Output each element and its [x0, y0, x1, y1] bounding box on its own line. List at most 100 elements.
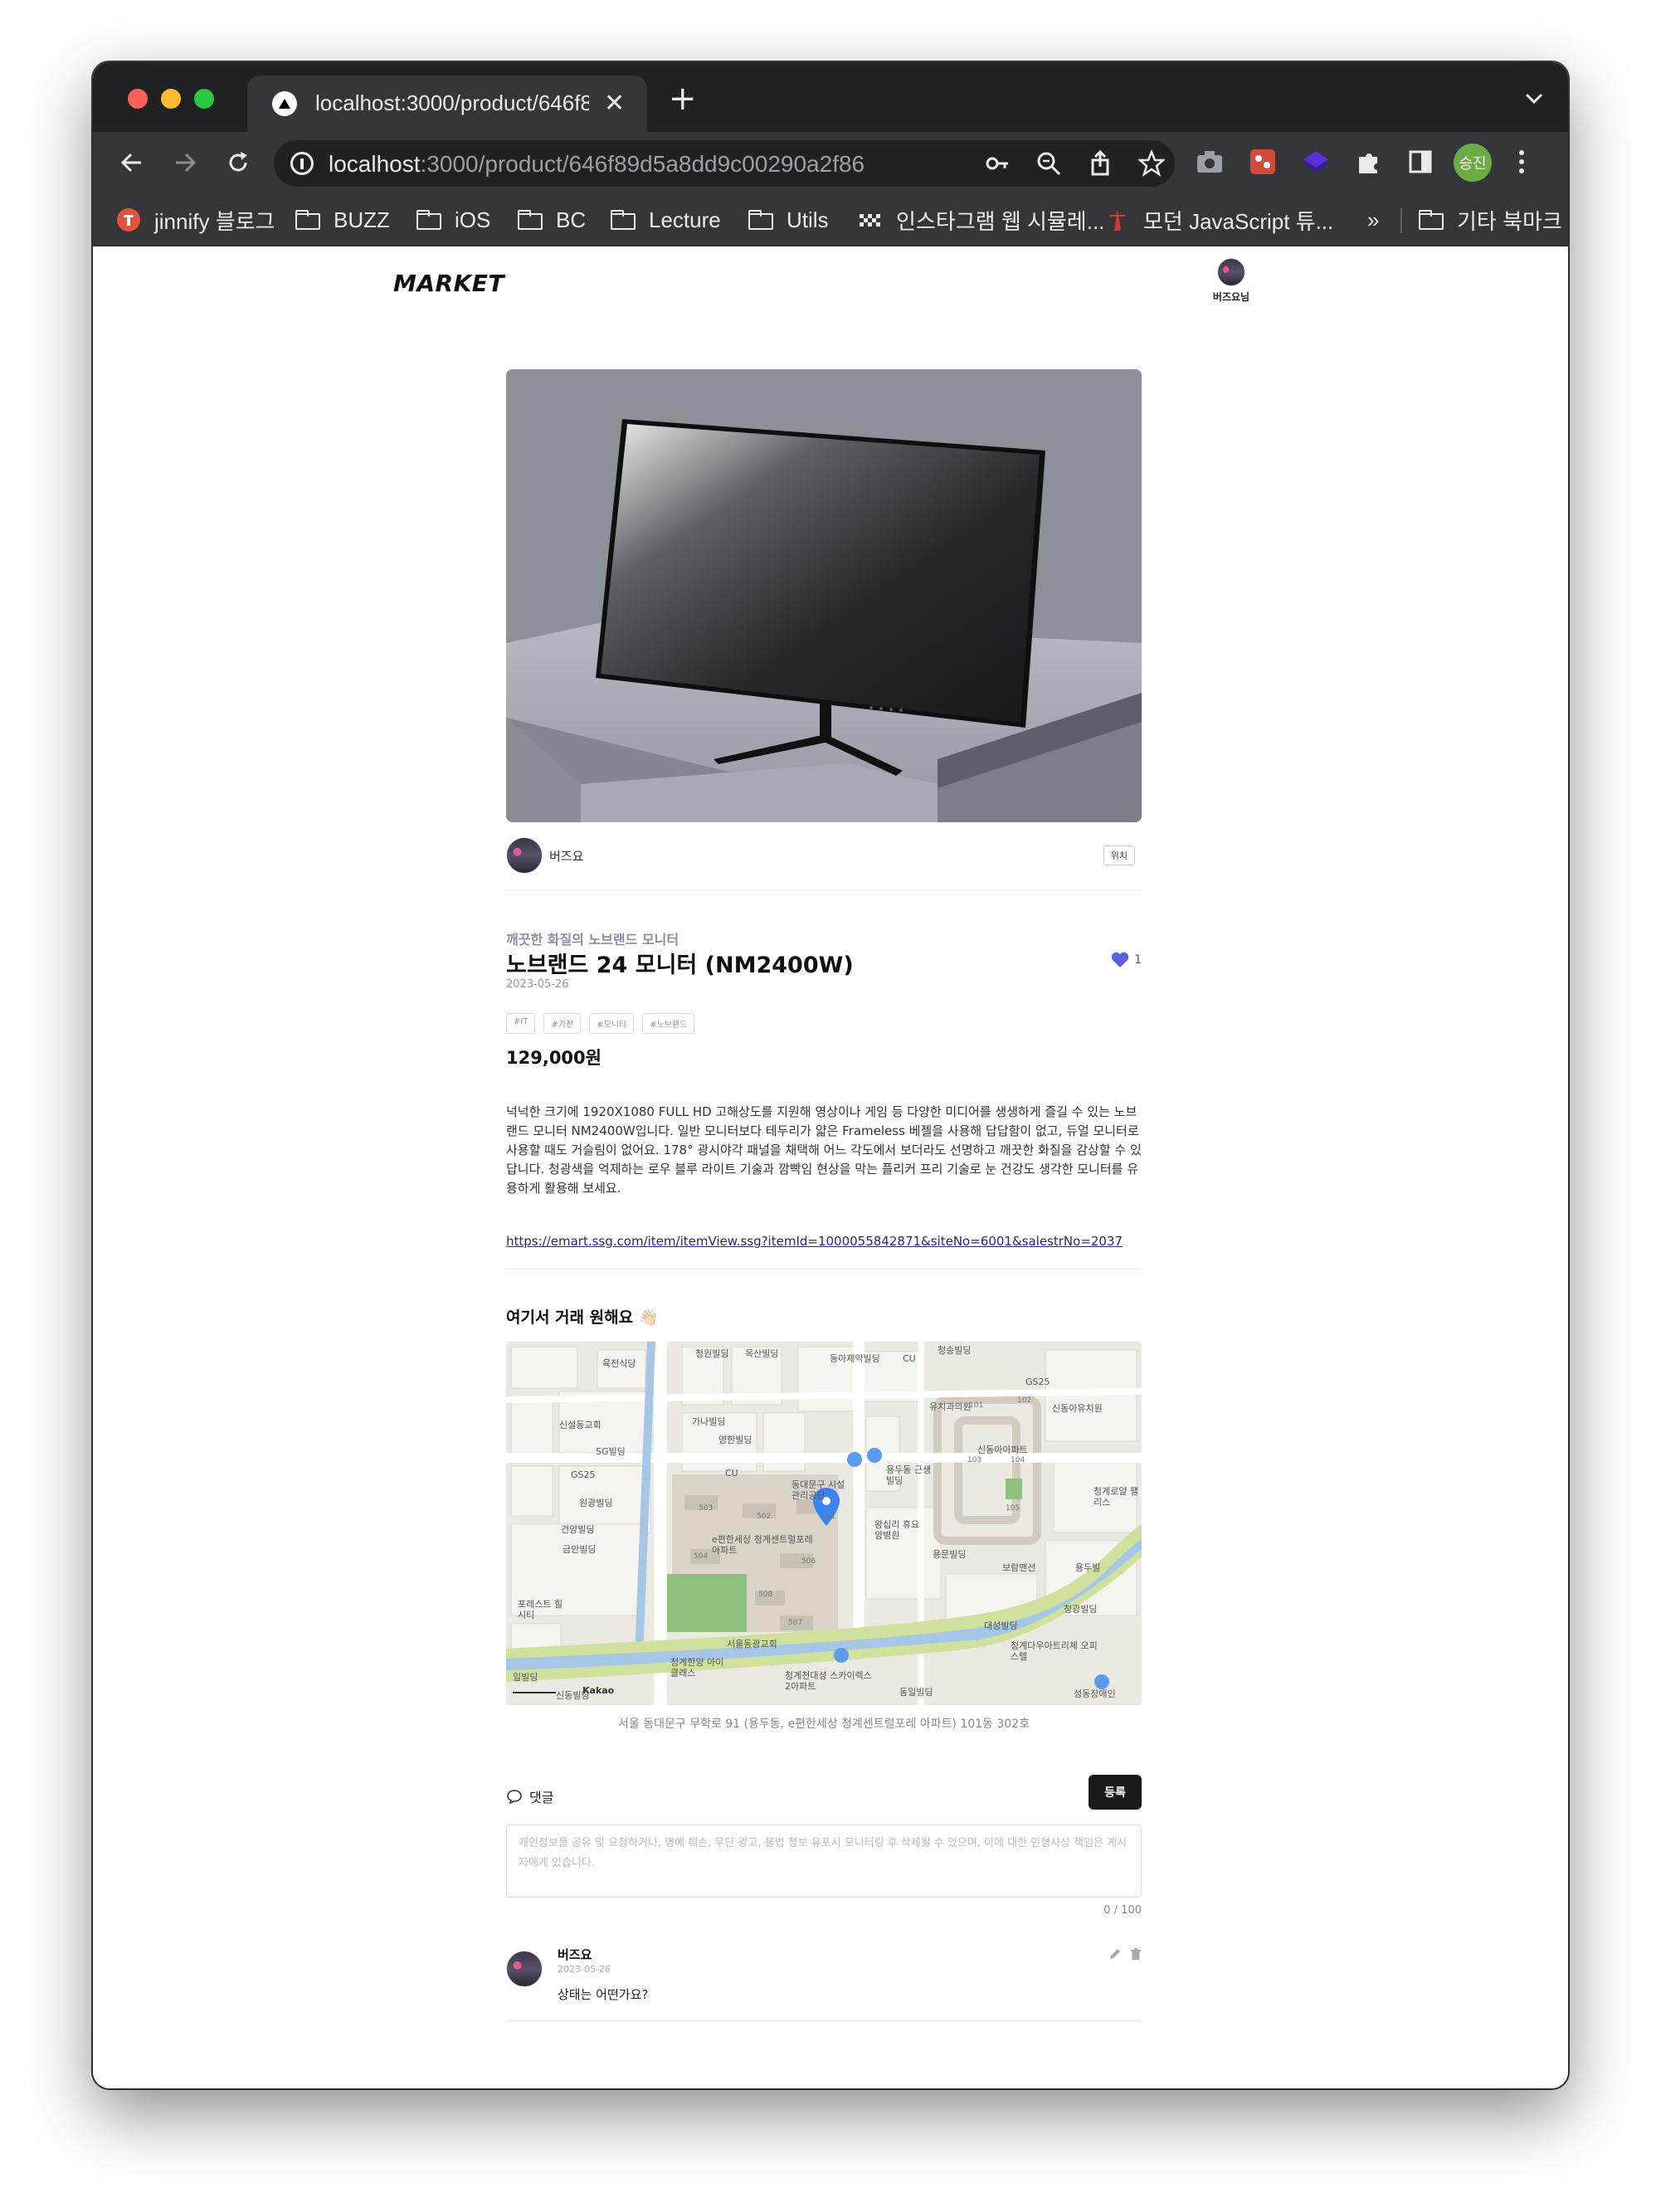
building-number: 103 — [967, 1456, 982, 1464]
tab-close-icon[interactable]: ✕ — [604, 89, 625, 118]
bookmark-item[interactable]: BUZZ — [295, 207, 390, 233]
comment-input[interactable]: 개인정보를 공유 및 요청하거나, 명예 훼손, 무단 광고, 불법 정보 유포… — [506, 1825, 1142, 1898]
camera-extension-icon[interactable] — [1193, 145, 1226, 178]
map-label: 대성빌딩 — [984, 1620, 1018, 1631]
tab-search-chevron-icon[interactable] — [1525, 92, 1543, 108]
divider — [506, 890, 1142, 891]
map-label: 용두동 근생빌딩 — [886, 1464, 932, 1486]
share-icon[interactable] — [1087, 150, 1113, 177]
red-extension-icon[interactable] — [1246, 145, 1279, 178]
building-number: 102 — [1017, 1396, 1032, 1405]
building-number: 105 — [1006, 1504, 1020, 1513]
map-label: 유치과의원 — [929, 1401, 972, 1412]
site-info-icon[interactable] — [290, 152, 314, 175]
comment-header-label: 댓글 — [529, 1790, 554, 1805]
tag[interactable]: #노브랜드 — [642, 1013, 695, 1034]
product-link[interactable]: https://emart.ssg.com/item/itemView.ssg?… — [506, 1234, 1123, 1249]
browser-chrome: localhost:3000/product/646f89d5a8dd9c002… — [93, 62, 1568, 246]
browser-tab[interactable]: localhost:3000/product/646f89d5a8dd9c002… — [247, 76, 647, 132]
bookmark-star-icon[interactable] — [1138, 150, 1165, 177]
map-label: CU — [903, 1353, 916, 1364]
seller-avatar[interactable] — [506, 837, 543, 874]
comment-avatar[interactable] — [506, 1951, 543, 1987]
like-count: 1 — [1134, 953, 1142, 967]
building-number: 508 — [758, 1591, 773, 1599]
side-panel-icon[interactable] — [1404, 145, 1437, 178]
zoom-icon[interactable] — [1035, 150, 1062, 177]
map-label: 동일빌딩 — [899, 1687, 933, 1698]
delete-trash-icon[interactable] — [1130, 1947, 1142, 1961]
bookmark-item[interactable]: jinnify 블로그 — [116, 207, 275, 234]
comment-item: 버즈요 2023-05-26 상태는 어떤가요? — [506, 1942, 1142, 2009]
user-avatar — [1217, 258, 1245, 286]
nextjs-favicon-icon — [272, 91, 297, 116]
tag[interactable]: #가전 — [543, 1013, 582, 1034]
page-viewport: MARKET 버즈요님 버즈요 위치 깨끗한 화질의 노브랜드 모니터 노브랜드… — [93, 246, 1568, 2088]
other-bookmarks[interactable]: 기타 북마크 — [1419, 207, 1562, 234]
forward-icon[interactable] — [166, 144, 204, 182]
building-number: 501 — [821, 1513, 836, 1521]
map-label: 성동장애인 — [1074, 1688, 1116, 1699]
more-menu-icon[interactable] — [1505, 145, 1538, 178]
reload-icon[interactable] — [219, 144, 257, 182]
minimize-window-button[interactable] — [161, 89, 181, 109]
product-price: 129,000원 — [506, 1048, 602, 1068]
user-menu[interactable]: 버즈요님 — [1198, 258, 1264, 304]
key-icon[interactable] — [984, 150, 1011, 177]
map-labels: 육전식당 청원빌딩 목산빌딩 동아제약빌딩 CU 청송빌딩 유치과의원 GS25… — [513, 1342, 1138, 1705]
location-button[interactable]: 위치 — [1103, 845, 1135, 865]
map-label: SG빌딩 — [596, 1446, 626, 1457]
map-label: 청원빌딩 — [695, 1348, 729, 1359]
close-window-button[interactable] — [128, 89, 148, 109]
map-label: 일빌딩 — [513, 1672, 538, 1683]
map-label: 보람맨션 — [1002, 1562, 1036, 1573]
bookmark-item[interactable]: iOS — [416, 207, 490, 233]
tag[interactable]: #IT — [506, 1013, 536, 1034]
back-icon[interactable] — [113, 144, 151, 182]
address-bar[interactable]: localhost:3000/product/646f89d5a8dd9c002… — [274, 140, 1175, 187]
folder-icon — [416, 210, 441, 230]
comment-actions — [1108, 1947, 1142, 1961]
building-number: 504 — [694, 1552, 709, 1561]
bookmark-item[interactable]: BC — [518, 207, 586, 233]
bookmark-item[interactable]: 인스타그램 웹 시뮬레... — [858, 207, 1104, 234]
kakao-map-logo: Kakao — [582, 1685, 615, 1696]
bookmark-item[interactable]: Utils — [748, 207, 829, 233]
building-number: 506 — [801, 1557, 816, 1566]
bookmarks-divider — [1400, 208, 1402, 233]
tag[interactable]: #모니터 — [589, 1013, 635, 1034]
submit-comment-button[interactable]: 등록 — [1089, 1775, 1142, 1810]
maximize-window-button[interactable] — [194, 89, 214, 109]
edit-pencil-icon[interactable] — [1108, 1947, 1122, 1961]
building-number: 101 — [969, 1401, 984, 1410]
folder-icon — [295, 210, 320, 230]
tower-favicon-icon — [1105, 207, 1130, 232]
tag-list: #IT #가전 #모니터 #노브랜드 — [506, 1013, 695, 1034]
market-logo[interactable]: MARKET — [393, 270, 504, 297]
bookmarks-overflow-button[interactable]: » — [1367, 207, 1379, 233]
speech-bubble-icon — [507, 1790, 522, 1804]
new-tab-button[interactable]: + — [669, 82, 697, 115]
browser-toolbar: localhost:3000/product/646f89d5a8dd9c002… — [93, 132, 1568, 193]
map-label: 청광빌딩 — [1064, 1604, 1098, 1615]
layers-extension-icon[interactable] — [1299, 145, 1332, 178]
bookmark-item[interactable]: 모던 JavaScript 튜... — [1105, 207, 1333, 234]
location-map[interactable]: 육전식당 청원빌딩 목산빌딩 동아제약빌딩 CU 청송빌딩 유치과의원 GS25… — [506, 1342, 1142, 1705]
map-label: 목산빌딩 — [745, 1348, 779, 1359]
map-label: 금안빌딩 — [563, 1544, 597, 1555]
like-button[interactable]: 1 — [1111, 952, 1142, 968]
address-url: localhost:3000/product/646f89d5a8dd9c002… — [329, 151, 865, 177]
bookmark-item[interactable]: Lecture — [611, 207, 721, 233]
map-label: 가나빌딩 — [692, 1416, 726, 1427]
map-label: 원광빌딩 — [579, 1498, 613, 1508]
profile-avatar[interactable]: 승진 — [1454, 144, 1492, 182]
seller-row: 버즈요 위치 — [506, 837, 1142, 874]
building-number: 104 — [1011, 1456, 1025, 1464]
seller-name[interactable]: 버즈요 — [549, 847, 583, 865]
puzzle-extensions-icon[interactable] — [1352, 145, 1386, 178]
map-label: 청송빌딩 — [938, 1345, 972, 1356]
map-label: 동대문구 시설관리공단 — [792, 1479, 845, 1501]
map-label: 신동아아파트 — [977, 1445, 1028, 1455]
map-label: 동아제약빌딩 — [830, 1353, 880, 1364]
heart-icon — [1111, 952, 1129, 967]
